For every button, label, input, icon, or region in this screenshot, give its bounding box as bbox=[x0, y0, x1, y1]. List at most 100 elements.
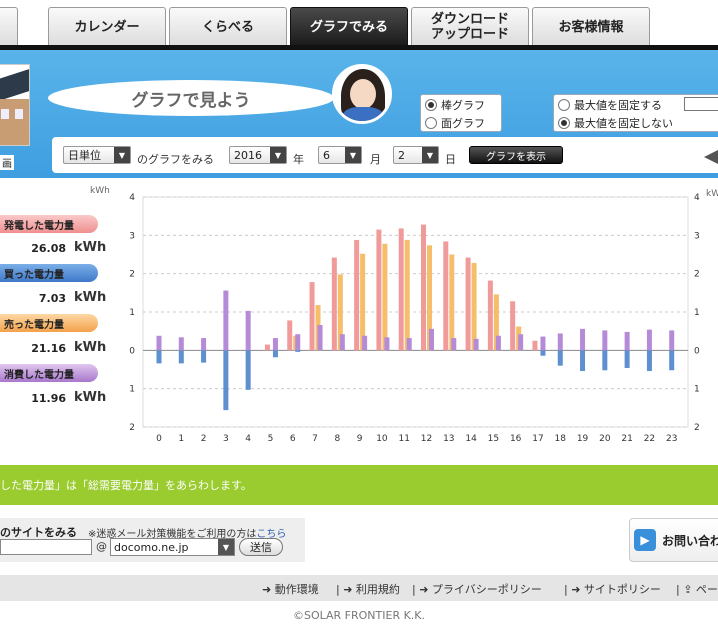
show-graph-button[interactable]: グラフを表示 bbox=[469, 146, 563, 164]
power-bar-chart: 44332211001122kWhkWh01234567891011121314… bbox=[90, 186, 718, 444]
top-tab-bar: ア カレンダー くらべる グラフでみる ダウンロード アップロード お客様情報 bbox=[0, 0, 718, 50]
radio-unfix-max[interactable]: 最大値を固定しない bbox=[554, 114, 718, 132]
footer-link-terms[interactable]: | ➜ 利用規約 bbox=[336, 581, 400, 597]
copyright: ©SOLAR FRONTIER K.K. bbox=[292, 609, 426, 622]
bar-generated bbox=[532, 340, 538, 351]
consumed-value: 11.96 bbox=[31, 392, 66, 405]
y-tick-label-right: 4 bbox=[694, 193, 700, 203]
x-tick-label: 6 bbox=[290, 434, 296, 444]
chevron-down-icon: ▼ bbox=[270, 147, 286, 163]
x-tick-label: 15 bbox=[488, 434, 499, 444]
radio-icon[interactable] bbox=[558, 99, 570, 111]
generated-value: 26.08 bbox=[31, 242, 66, 255]
y-tick-label-right: 2 bbox=[694, 423, 700, 433]
email-local-input[interactable] bbox=[0, 539, 92, 555]
x-tick-label: 21 bbox=[621, 434, 632, 444]
month-select[interactable]: 6 ▼ bbox=[318, 146, 362, 164]
bar-consumed bbox=[540, 336, 546, 351]
bar-bought bbox=[580, 350, 586, 372]
graph-type-group: 棒グラフ 面グラフ bbox=[420, 94, 502, 132]
bar-consumed bbox=[362, 335, 368, 351]
max-value-input[interactable] bbox=[684, 97, 718, 111]
bar-bought bbox=[602, 350, 608, 371]
x-tick-label: 1 bbox=[178, 434, 184, 444]
bar-bought bbox=[223, 350, 229, 411]
tab-partial[interactable]: ア bbox=[0, 7, 18, 46]
tab-download-upload[interactable]: ダウンロード アップロード bbox=[411, 7, 529, 46]
footer-link-environment[interactable]: ➜ 動作環境 bbox=[262, 581, 319, 597]
tab-customer-info[interactable]: お客様情報 bbox=[532, 7, 650, 46]
radio-area-label: 面グラフ bbox=[441, 117, 485, 130]
bar-consumed bbox=[495, 335, 501, 351]
radio-icon[interactable] bbox=[425, 117, 437, 129]
notice-text: した電力量」は「総需要電力量」をあらわします。 bbox=[0, 479, 252, 492]
footer-link-site-policy[interactable]: | ➜ サイトポリシー bbox=[564, 581, 661, 597]
bar-generated bbox=[443, 241, 449, 351]
prev-arrow-icon[interactable] bbox=[704, 150, 718, 164]
y-tick-label-right: 1 bbox=[694, 308, 700, 318]
x-tick-label: 17 bbox=[532, 434, 543, 444]
bar-generated bbox=[376, 229, 382, 351]
bar-consumed bbox=[295, 334, 301, 351]
y-tick-label-left: 3 bbox=[129, 231, 135, 241]
bar-bought bbox=[646, 350, 652, 372]
x-tick-label: 20 bbox=[599, 434, 611, 444]
bar-consumed bbox=[646, 329, 652, 351]
bar-consumed bbox=[272, 338, 278, 351]
bar-consumed bbox=[245, 310, 251, 351]
bar-consumed bbox=[223, 290, 229, 351]
footer-link-page-top[interactable]: | ⇪ ペー bbox=[676, 581, 718, 597]
x-tick-label: 18 bbox=[555, 434, 567, 444]
x-tick-label: 10 bbox=[376, 434, 388, 444]
bar-bought bbox=[557, 350, 563, 366]
bar-bought bbox=[295, 350, 301, 352]
radio-icon[interactable] bbox=[558, 117, 570, 129]
bar-sold bbox=[449, 254, 455, 351]
x-tick-label: 0 bbox=[156, 434, 162, 444]
chevron-down-icon: ▼ bbox=[345, 147, 361, 163]
house-image bbox=[0, 64, 30, 146]
day-select[interactable]: 2 ▼ bbox=[393, 146, 439, 164]
footer-link-privacy[interactable]: | ➜ プライバシーポリシー bbox=[412, 581, 542, 597]
footer-link-label: ペー bbox=[695, 583, 718, 596]
tab-compare[interactable]: くらべる bbox=[169, 7, 287, 46]
send-button[interactable]: 送信 bbox=[239, 538, 283, 556]
house-caption: 画 bbox=[0, 155, 14, 170]
bar-consumed bbox=[602, 330, 608, 351]
x-tick-label: 3 bbox=[223, 434, 229, 444]
y-tick-label-left: 2 bbox=[129, 270, 135, 280]
footer-link-label: サイトポリシー bbox=[583, 583, 661, 596]
bar-generated bbox=[309, 282, 315, 351]
footer-link-label: 動作環境 bbox=[274, 583, 319, 596]
bar-generated bbox=[421, 224, 426, 351]
month-value: 6 bbox=[323, 148, 330, 162]
year-value: 2016 bbox=[234, 148, 262, 162]
mobile-site-title: のサイトをみる bbox=[0, 526, 77, 539]
bar-bought bbox=[178, 350, 184, 364]
x-tick-label: 11 bbox=[398, 434, 409, 444]
tab-graph[interactable]: グラフでみる bbox=[290, 7, 408, 46]
bar-bought bbox=[669, 350, 675, 371]
day-label: 日 bbox=[445, 153, 456, 166]
radio-area-graph[interactable]: 面グラフ bbox=[421, 114, 501, 132]
bar-consumed bbox=[201, 338, 207, 351]
bar-bought bbox=[272, 350, 278, 358]
bought-value: 7.03 bbox=[38, 292, 66, 305]
y-tick-label-right: 3 bbox=[694, 231, 700, 241]
bar-sold bbox=[471, 262, 477, 351]
contact-button[interactable]: ▶ お問い合わ bbox=[629, 518, 718, 562]
tab-calendar[interactable]: カレンダー bbox=[48, 7, 166, 46]
unit-select[interactable]: 日単位 ▼ bbox=[63, 146, 131, 164]
radio-bar-graph[interactable]: 棒グラフ bbox=[421, 96, 501, 114]
radio-icon[interactable] bbox=[425, 99, 437, 111]
year-select[interactable]: 2016 ▼ bbox=[229, 146, 287, 164]
bar-generated bbox=[331, 257, 337, 351]
arrow-right-icon: ▶ bbox=[634, 529, 656, 551]
y-unit-label-left: kWh bbox=[90, 186, 110, 196]
month-label: 月 bbox=[370, 153, 381, 166]
contact-label: お問い合わ bbox=[662, 533, 718, 548]
domain-select[interactable]: docomo.ne.jp ▼ bbox=[110, 538, 235, 556]
y-tick-label-right: 2 bbox=[694, 270, 700, 280]
radio-bar-label: 棒グラフ bbox=[441, 99, 485, 112]
see-graph-text: のグラフをみる bbox=[137, 153, 214, 166]
